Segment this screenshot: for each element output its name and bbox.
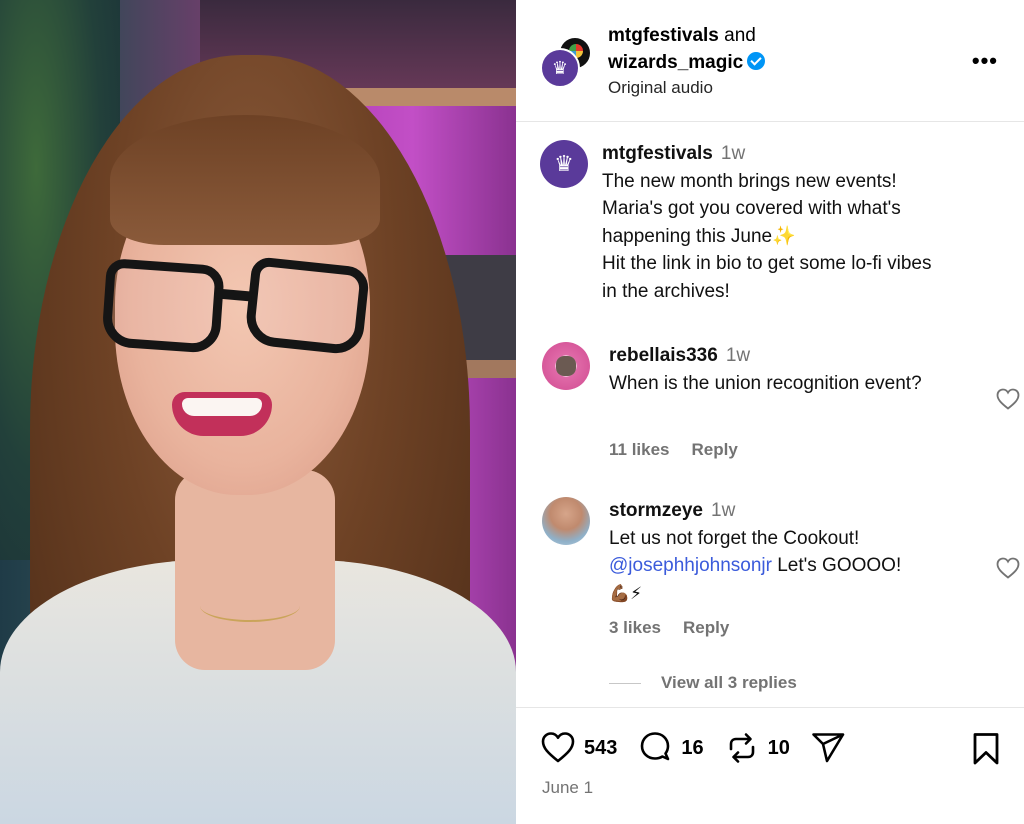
more-options-button[interactable]: ••• <box>972 48 998 74</box>
comment-text: Let us not forget the Cookout! <box>609 527 860 549</box>
caption-line: The new month brings new events! <box>602 170 897 192</box>
comment-time: 1w <box>711 500 736 521</box>
view-replies-button[interactable]: View all 3 replies <box>609 673 797 693</box>
comment-mention-link[interactable]: @josephhjohnsonjr <box>609 555 772 576</box>
comment-likes[interactable]: 3 likes <box>609 618 661 637</box>
bookmark-save-icon[interactable] <box>970 732 1002 766</box>
share-button[interactable] <box>810 730 846 766</box>
author-names: mtgfestivals and wizards_magic <box>608 22 766 76</box>
post-panel: ♛ mtgfestivals and wizards_magic Origina… <box>516 0 1024 824</box>
author-link-1[interactable]: mtgfestivals <box>608 25 719 46</box>
comment-reply-button[interactable]: Reply <box>683 618 729 637</box>
comment-meta: 11 likes Reply <box>609 440 760 460</box>
like-comment-heart-icon[interactable] <box>996 388 1020 410</box>
author-link-2[interactable]: wizards_magic <box>608 52 743 73</box>
repost-icon <box>729 733 754 763</box>
verified-badge-icon <box>747 52 766 70</box>
audio-link[interactable]: Original audio <box>608 78 713 98</box>
commenter-avatar[interactable] <box>542 497 590 545</box>
comment-text: When is the union recognition event? <box>609 372 922 394</box>
glasses-right-lens <box>243 256 371 356</box>
post-footer: 543 16 10 June 1 <box>516 707 1024 824</box>
comment-likes[interactable]: 11 likes <box>609 440 670 459</box>
like-comment-heart-icon[interactable] <box>996 557 1020 579</box>
repost-button[interactable]: 10 <box>724 730 790 766</box>
post-header: ♛ mtgfestivals and wizards_magic Origina… <box>516 0 1024 122</box>
comment-text: Let's GOOOO! <box>771 555 902 576</box>
comment-username[interactable]: rebellais336 <box>609 345 718 366</box>
comment-time: 1w <box>725 345 751 366</box>
post-video[interactable] <box>0 0 516 824</box>
comment-meta: 3 likes Reply <box>609 618 751 638</box>
comment-emoji: 💪🏾⚡ <box>609 583 643 603</box>
caption-line: Maria's got you covered with what's <box>602 198 901 219</box>
comment-bubble-icon <box>641 732 670 761</box>
commenter-avatar[interactable] <box>542 342 590 390</box>
person-teeth <box>182 398 262 416</box>
action-bar: 543 16 10 <box>540 730 866 766</box>
like-button[interactable]: 543 <box>540 730 617 766</box>
planeswalker-logo-icon: ♛ <box>554 151 574 176</box>
caption-avatar[interactable]: ♛ <box>540 140 588 188</box>
comment-body: rebellais336 1w When is the union recogni… <box>609 342 959 397</box>
comment-count: 16 <box>681 736 704 759</box>
like-count: 543 <box>584 736 618 759</box>
heart-icon <box>541 732 575 763</box>
caption-line: happening this June✨ <box>602 225 796 247</box>
comment-reply-button[interactable]: Reply <box>692 440 738 459</box>
repost-count: 10 <box>767 736 790 759</box>
person-neck <box>175 470 335 670</box>
planeswalker-logo-icon: ♛ <box>551 58 569 78</box>
caption-text: mtgfestivals 1w The new month brings new … <box>602 140 1012 305</box>
comment-username[interactable]: stormzeye <box>609 500 703 521</box>
comment-button[interactable]: 16 <box>637 730 704 766</box>
glasses-left-lens <box>101 257 225 355</box>
author-joiner: and <box>724 25 756 46</box>
mtgfestivals-avatar: ♛ <box>540 48 580 88</box>
post-date: June 1 <box>542 778 594 797</box>
send-paper-plane-icon <box>812 733 845 763</box>
caption-username[interactable]: mtgfestivals <box>602 143 713 164</box>
caption-time: 1w <box>720 143 746 164</box>
person-bangs <box>110 115 380 245</box>
caption-line: Hit the link in bio to get some lo-fi vi… <box>602 253 932 274</box>
comment-body: stormzeye 1w Let us not forget the Cookou… <box>609 497 959 607</box>
collab-avatars[interactable]: ♛ <box>540 36 594 90</box>
person-necklace <box>200 590 300 622</box>
caption-line: in the archives! <box>602 280 730 302</box>
